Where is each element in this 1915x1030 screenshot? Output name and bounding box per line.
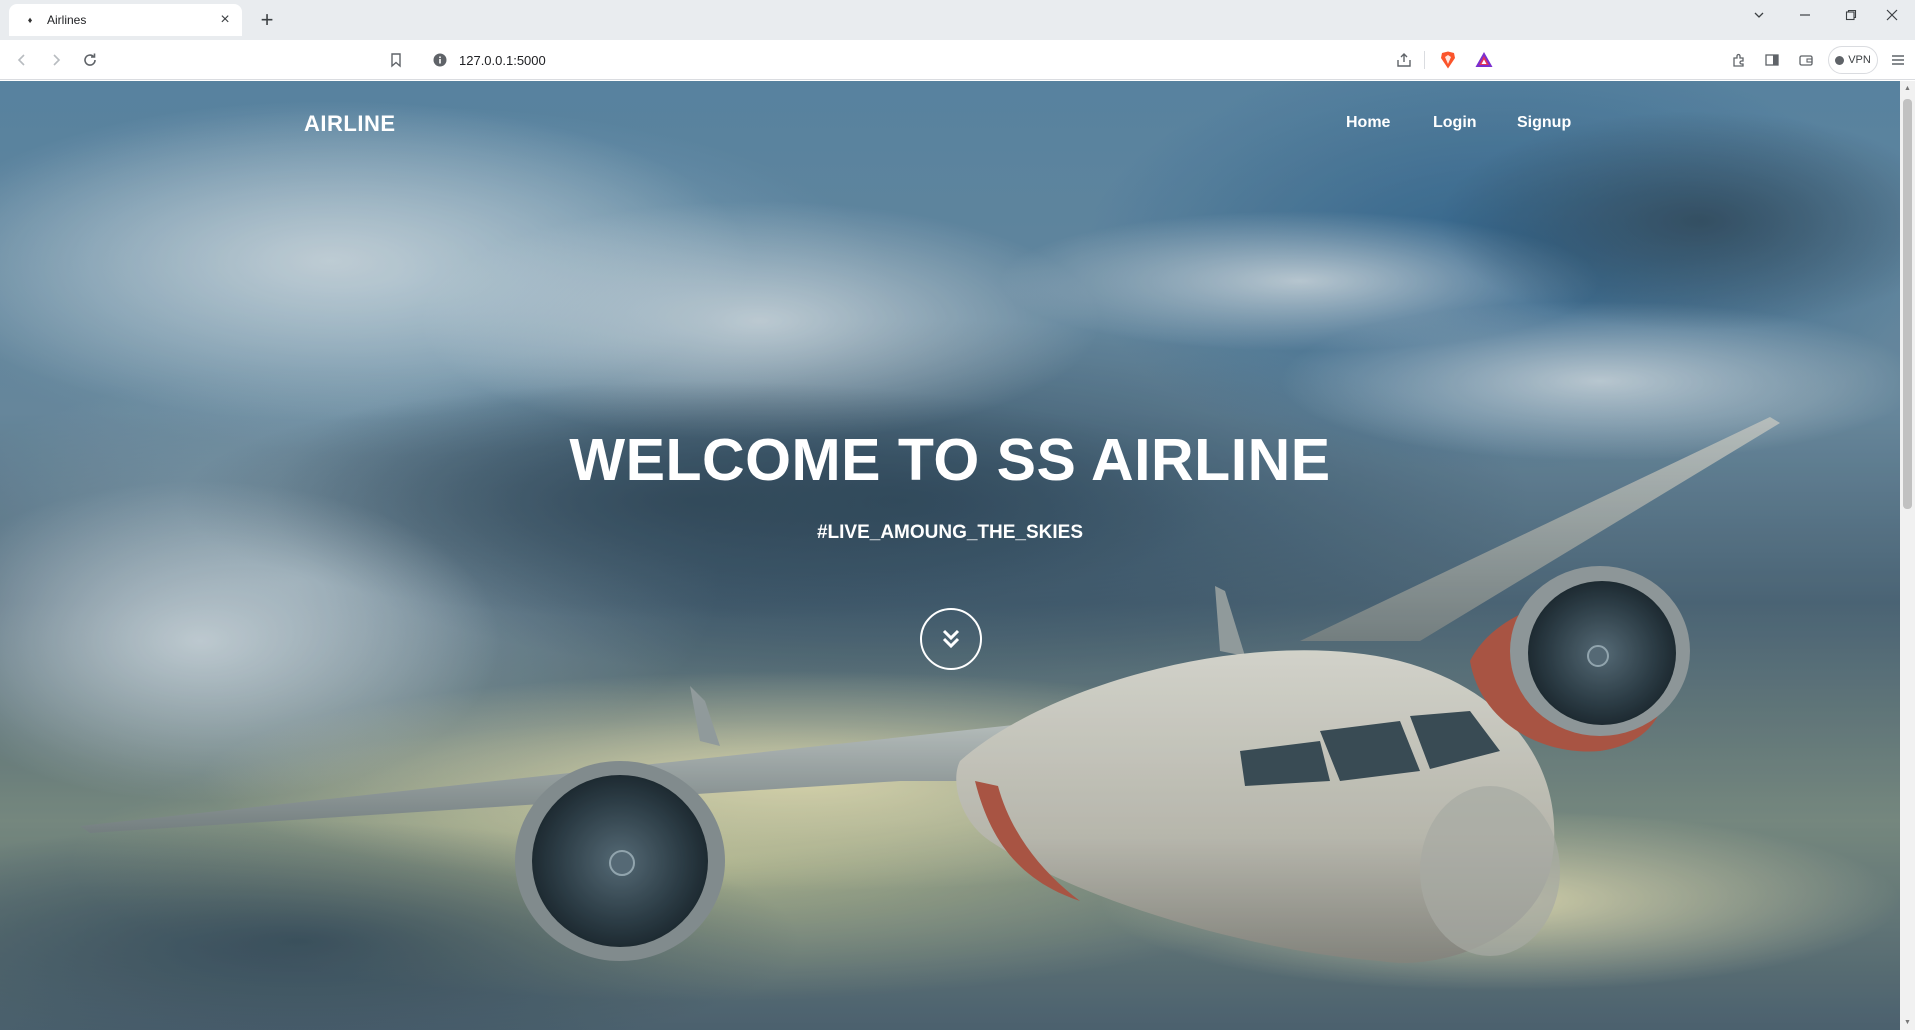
- new-tab-button[interactable]: +: [254, 7, 280, 33]
- sidebar-icon[interactable]: [1760, 48, 1784, 72]
- browser-toolbar: 127.0.0.1:5000 VPN: [0, 40, 1915, 80]
- restore-button[interactable]: [1828, 0, 1874, 30]
- tab-search-icon[interactable]: [1736, 0, 1782, 30]
- url-text[interactable]: 127.0.0.1:5000: [459, 53, 546, 68]
- scrollbar-thumb[interactable]: [1903, 99, 1912, 509]
- forward-button[interactable]: [44, 48, 68, 72]
- scroll-down-button[interactable]: [920, 608, 982, 670]
- scroll-down-arrow-icon[interactable]: ▼: [1903, 1018, 1912, 1027]
- double-chevron-down-icon: [942, 629, 960, 649]
- close-tab-icon[interactable]: ×: [214, 9, 236, 31]
- browser-tab[interactable]: ♦ Airlines ×: [9, 4, 242, 36]
- tab-title: Airlines: [47, 13, 87, 27]
- favicon-icon: ♦: [27, 15, 33, 25]
- vpn-label: VPN: [1848, 54, 1871, 66]
- bookmark-icon[interactable]: [384, 48, 408, 72]
- minimize-button[interactable]: [1782, 0, 1828, 30]
- share-icon[interactable]: [1395, 51, 1413, 69]
- reload-button[interactable]: [78, 48, 102, 72]
- vpn-button[interactable]: VPN: [1828, 46, 1878, 74]
- hero-subtitle: #LIVE_AMOUNG_THE_SKIES: [816, 522, 1084, 543]
- back-button[interactable]: [10, 48, 34, 72]
- page-scrollbar[interactable]: ▲ ▼: [1900, 81, 1915, 1030]
- brave-rewards-icon[interactable]: [1474, 50, 1494, 70]
- site-info-icon[interactable]: [432, 52, 448, 68]
- menu-icon[interactable]: [1886, 48, 1910, 72]
- tab-strip: ♦ Airlines × +: [0, 0, 1915, 40]
- omnibox-divider: [1424, 51, 1425, 69]
- wallet-icon[interactable]: [1794, 48, 1818, 72]
- close-window-button[interactable]: [1869, 0, 1915, 30]
- hero-section: AIRLINE Home Login Signup WELCOME TO SS …: [0, 81, 1900, 1030]
- vpn-status-icon: [1835, 55, 1845, 65]
- nav-home-link[interactable]: Home: [1346, 114, 1390, 132]
- nav-login-link[interactable]: Login: [1433, 114, 1477, 132]
- hero-title: WELCOME TO SS AIRLINE: [569, 427, 1331, 493]
- scroll-up-arrow-icon[interactable]: ▲: [1903, 84, 1912, 93]
- brand-logo[interactable]: AIRLINE: [304, 111, 396, 137]
- extensions-icon[interactable]: [1727, 48, 1751, 72]
- nav-signup-link[interactable]: Signup: [1517, 114, 1571, 132]
- hero-background-image: [0, 81, 1900, 1030]
- brave-shields-icon[interactable]: [1438, 50, 1458, 70]
- address-bar[interactable]: 127.0.0.1:5000: [421, 45, 1499, 75]
